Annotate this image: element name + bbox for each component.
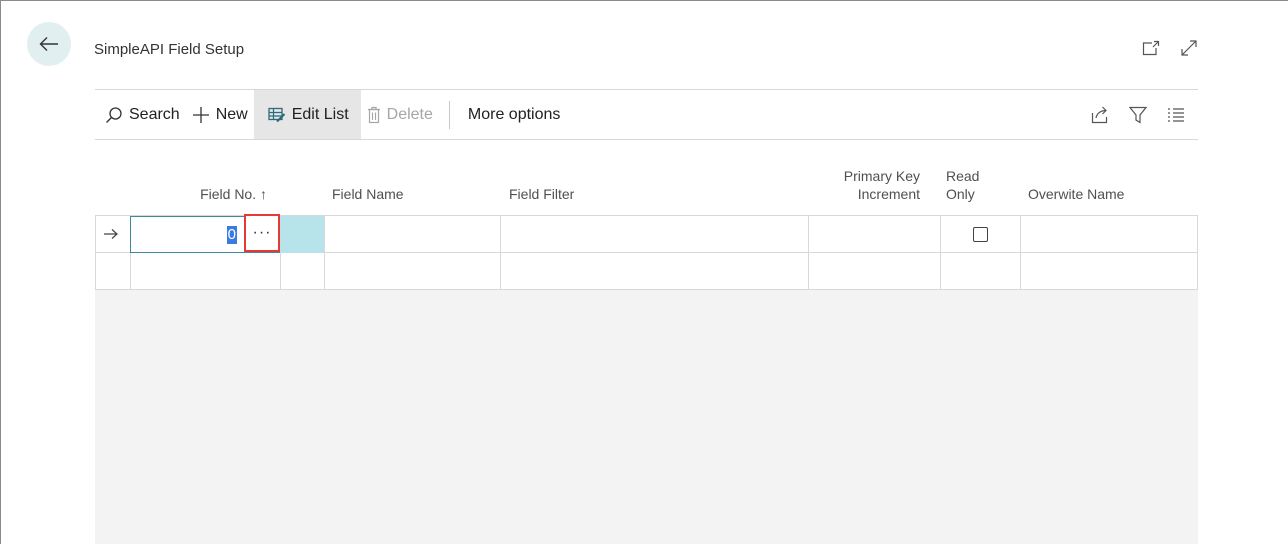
column-header-line: Primary Key xyxy=(843,168,920,184)
list-view-icon[interactable] xyxy=(1166,105,1186,125)
window-actions xyxy=(1140,37,1200,59)
filter-icon[interactable] xyxy=(1128,105,1148,125)
cell-divider xyxy=(940,216,941,252)
page-title: SimpleAPI Field Setup xyxy=(94,41,245,58)
column-header-line: Read xyxy=(946,168,980,184)
cell-divider xyxy=(500,216,501,252)
search-button[interactable]: Search xyxy=(95,90,186,139)
trash-icon xyxy=(367,106,380,123)
cell-divider xyxy=(324,253,325,289)
cell-divider xyxy=(808,253,809,289)
column-header-field-no[interactable]: Field No. ↑ xyxy=(130,140,267,215)
grid-rows: 0 ··· xyxy=(95,214,1198,290)
column-header-line: Increment xyxy=(857,186,920,202)
search-icon xyxy=(106,106,122,123)
open-in-new-window-icon[interactable] xyxy=(1140,37,1162,59)
back-button[interactable] xyxy=(27,22,71,66)
back-arrow-icon xyxy=(39,37,58,51)
window-border-top xyxy=(0,0,1288,1)
toolbar-divider xyxy=(448,100,450,129)
cell-divider xyxy=(130,253,131,289)
cell-divider xyxy=(940,253,941,289)
row-arrow-icon xyxy=(101,225,121,243)
cell-divider xyxy=(1020,216,1021,252)
window-border-left xyxy=(0,0,1,544)
field-no-value: 0 xyxy=(226,226,237,244)
more-options-button[interactable]: More options xyxy=(462,90,567,139)
column-header-overwrite-name[interactable]: Overwite Name xyxy=(1028,140,1188,215)
edit-list-button[interactable]: Edit List xyxy=(253,90,361,139)
search-label: Search xyxy=(129,105,180,123)
active-cell-highlight xyxy=(280,216,324,253)
list-grid: Field No. ↑ Field Name Field Filter Prim… xyxy=(95,140,1198,544)
action-bar: Search New Edit List Delete More options xyxy=(95,89,1198,140)
edit-list-label: Edit List xyxy=(291,105,349,123)
cell-divider xyxy=(324,216,325,252)
grid-empty-area xyxy=(95,290,1198,544)
plus-icon xyxy=(192,106,209,123)
edit-list-icon xyxy=(268,107,285,122)
column-header-field-filter[interactable]: Field Filter xyxy=(509,140,709,215)
more-options-label: More options xyxy=(467,105,561,123)
toolbar-right-actions xyxy=(1090,105,1198,125)
cell-divider xyxy=(280,253,281,289)
table-row[interactable] xyxy=(95,253,1198,290)
cell-divider xyxy=(808,216,809,252)
column-header-line: Only xyxy=(946,186,975,202)
cell-divider xyxy=(1020,253,1021,289)
share-icon[interactable] xyxy=(1090,105,1110,125)
delete-button[interactable]: Delete xyxy=(361,90,439,139)
column-header-read-only[interactable]: Read Only xyxy=(946,140,1006,215)
column-header-field-name[interactable]: Field Name xyxy=(332,140,492,215)
column-header-primary-key-increment[interactable]: Primary Key Increment xyxy=(815,140,920,215)
field-lookup-assist-button[interactable]: ··· xyxy=(244,214,280,252)
expand-icon[interactable] xyxy=(1178,37,1200,59)
delete-label: Delete xyxy=(386,105,433,123)
new-button[interactable]: New xyxy=(186,90,254,139)
read-only-checkbox[interactable] xyxy=(973,227,988,242)
new-label: New xyxy=(215,105,248,123)
cell-divider xyxy=(500,253,501,289)
